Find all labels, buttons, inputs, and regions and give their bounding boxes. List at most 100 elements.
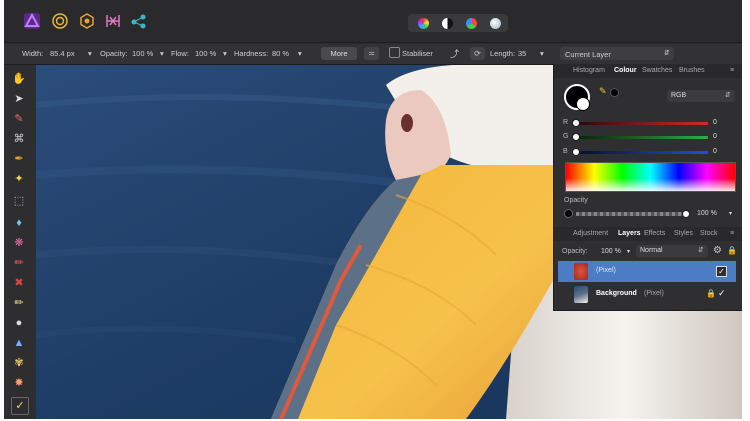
layer-visibility-checkbox[interactable]: ✓ (716, 266, 727, 277)
width-label: Width: (22, 49, 44, 58)
blur-tool-icon[interactable]: ● (11, 315, 27, 331)
red-value[interactable]: 0 (713, 119, 717, 126)
window-mode-icon[interactable]: ⟳ (470, 47, 485, 60)
panel-menu-icon[interactable]: ≡ (730, 67, 734, 74)
layer-thumbnail (574, 263, 588, 280)
source-select-value: Current Layer (565, 50, 611, 59)
contrast-mode-icon[interactable] (442, 18, 453, 29)
context-toolbar: Width: 85.4 px ▾ Opacity: 100 % ▾ Flow: … (4, 44, 742, 65)
dodge-tool-icon[interactable]: ✖ (11, 275, 27, 291)
flow-label: Flow: (171, 49, 189, 58)
opacity-dropdown-icon[interactable]: ▾ (729, 210, 732, 217)
opacity-field[interactable]: 100 % (132, 49, 153, 58)
gear-icon[interactable]: ⚙ (713, 245, 722, 256)
colour-model-select[interactable]: RGB ⇵ (667, 90, 735, 102)
colour-spectrum[interactable] (565, 162, 736, 192)
lock-icon[interactable]: 🔒 (727, 246, 737, 255)
hardness-field[interactable]: 80 % (272, 49, 289, 58)
opacity-slider-knob[interactable] (682, 210, 690, 218)
layer-opacity-dropdown-icon[interactable]: ▾ (627, 248, 630, 255)
blue-slider-knob[interactable] (572, 148, 580, 156)
marquee-tool-icon[interactable]: ⬚ (11, 193, 27, 209)
green-value[interactable]: 0 (713, 133, 717, 140)
stabiliser-checkbox[interactable] (389, 47, 400, 58)
chevron-updown-icon: ⇵ (698, 247, 704, 254)
more-button[interactable]: More (321, 47, 357, 60)
opacity-slider-track[interactable] (576, 212, 687, 216)
tab-brushes[interactable]: Brushes (679, 67, 705, 74)
layer-kind: (Pixel) (644, 290, 664, 297)
flood-select-tool-icon[interactable]: ✦ (11, 171, 27, 187)
chevron-updown-icon: ⇵ (664, 50, 670, 57)
length-label: Length: (490, 49, 516, 58)
slider-label-b: B (563, 148, 568, 155)
layer-name: Background (596, 290, 637, 297)
red-slider-knob[interactable] (572, 119, 580, 127)
length-field[interactable]: 35 (518, 49, 526, 58)
layer-visibility-check-icon[interactable]: ✓ (718, 288, 726, 299)
move-tool-icon[interactable]: ➤ (11, 91, 27, 107)
white-balance-mode-icon[interactable] (490, 18, 501, 29)
rope-mode-icon[interactable]: ⤴ (450, 47, 459, 60)
flow-dropdown-icon[interactable]: ▾ (223, 49, 227, 58)
blend-mode-value: Normal (640, 247, 663, 254)
colour-panel-tabs: Histogram Colour Swatches Brushes ≡ (554, 64, 742, 78)
length-dropdown-icon[interactable]: ▾ (540, 49, 544, 58)
layer-kind: (Pixel) (596, 267, 616, 274)
layer-row[interactable]: (Pixel) ✓ (558, 261, 736, 282)
slider-label-g: G (563, 133, 569, 140)
smudge-tool-icon[interactable]: ✾ (11, 355, 27, 371)
tab-layers[interactable]: Layers (618, 230, 641, 237)
tab-histogram[interactable]: Histogram (573, 67, 605, 74)
brush-tool-icon[interactable]: ✏ (11, 255, 27, 271)
layer-opacity-field[interactable]: 100 % (601, 248, 621, 255)
tab-adjustment[interactable]: Adjustment (573, 230, 608, 237)
width-field[interactable]: 85.4 px (50, 49, 75, 58)
panel-opacity-value[interactable]: 100 % (697, 210, 717, 217)
green-slider-track[interactable] (576, 136, 708, 139)
width-dropdown-icon[interactable]: ▾ (88, 49, 92, 58)
opacity-slider-label: Opacity (564, 197, 588, 204)
develop-persona-icon[interactable] (79, 13, 95, 29)
red-eye-tool-icon[interactable]: ▲ (11, 335, 27, 351)
layer-lock-icon[interactable]: 🔒 (706, 289, 716, 298)
colour-balance-mode-icon[interactable] (466, 18, 477, 29)
tab-effects[interactable]: Effects (644, 230, 665, 237)
flow-field[interactable]: 100 % (195, 49, 216, 58)
green-slider-knob[interactable] (572, 133, 580, 141)
source-select[interactable]: Current Layer ⇵ (560, 47, 674, 60)
tab-swatches[interactable]: Swatches (642, 67, 672, 74)
liquify-persona-icon[interactable] (52, 13, 68, 29)
stroke-colour-swatch[interactable] (576, 97, 590, 111)
export-persona-icon[interactable] (131, 13, 147, 29)
blend-mode-select[interactable]: Normal ⇵ (636, 245, 708, 257)
view-hand-tool-icon[interactable]: ✋ (11, 71, 27, 87)
opacity-dropdown-icon[interactable]: ▾ (160, 49, 164, 58)
wet-edges-icon[interactable]: ≍ (364, 47, 379, 60)
red-slider-track[interactable] (576, 122, 708, 125)
blue-value[interactable]: 0 (713, 148, 717, 155)
tab-styles[interactable]: Styles (674, 230, 693, 237)
layer-row[interactable]: Background (Pixel) 🔒 ✓ (558, 284, 736, 305)
colour-model-value: RGB (671, 92, 687, 99)
fill-tool-icon[interactable]: ♦ (11, 215, 27, 231)
inpainting-tool-icon[interactable]: ✸ (11, 375, 27, 391)
clone-tool-icon[interactable]: ✏ (11, 295, 27, 311)
tools-panel: ✋ ➤ ✎ ⌘ ✒ ✦ ⬚ ♦ ❋ ✏ ✖ ✏ ● ▲ ✾ ✸ ✓ (4, 65, 37, 419)
photo-persona-icon[interactable] (24, 13, 40, 29)
panel-menu-icon[interactable]: ≡ (730, 230, 734, 237)
colour-wheel-mode-icon[interactable] (418, 18, 429, 29)
tab-stock[interactable]: Stock (700, 230, 718, 237)
tone-mapping-persona-icon[interactable] (105, 13, 121, 29)
colour-picker-icon[interactable]: ✎ (599, 86, 607, 97)
selection-brush-tool-icon[interactable]: ✓ (11, 397, 29, 415)
tab-colour[interactable]: Colour (614, 67, 637, 74)
hardness-label: Hardness: (234, 49, 269, 58)
app-window: Width: 85.4 px ▾ Opacity: 100 % ▾ Flow: … (4, 0, 742, 419)
paint-brush-tool-icon[interactable]: ✒ (11, 151, 27, 167)
blue-slider-track[interactable] (576, 151, 708, 154)
colour-picker-tool-icon[interactable]: ✎ (11, 111, 27, 127)
paint-mixer-tool-icon[interactable]: ❋ (11, 235, 27, 251)
crop-tool-icon[interactable]: ⌘ (11, 131, 27, 147)
hardness-dropdown-icon[interactable]: ▾ (298, 49, 302, 58)
